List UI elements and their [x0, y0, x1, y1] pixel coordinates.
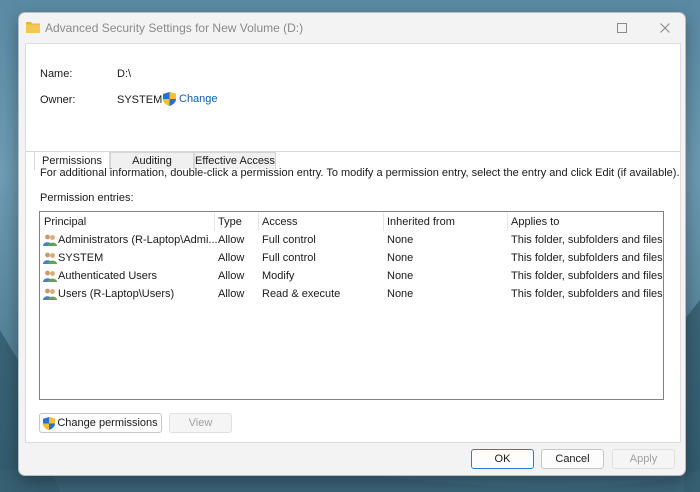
column-header-principal[interactable]: Principal — [44, 216, 86, 228]
access-cell: Read & execute — [262, 288, 341, 300]
principal-cell: Administrators (R-Laptop\Admi... — [58, 234, 218, 246]
principal-cell: SYSTEM — [58, 252, 104, 264]
view-button[interactable]: View — [169, 413, 232, 433]
owner-label: Owner: — [40, 94, 76, 106]
window-title: Advanced Security Settings for New Volum… — [45, 21, 304, 35]
apply-button[interactable]: Apply — [612, 449, 675, 469]
column-divider — [258, 213, 259, 231]
column-header-inherited-from[interactable]: Inherited from — [387, 216, 455, 228]
cancel-label: Cancel — [555, 453, 590, 465]
principal-cell: Users (R-Laptop\Users) — [58, 288, 175, 300]
type-cell: Allow — [218, 252, 245, 264]
applies-cell: This folder, subfolders and files — [511, 288, 663, 300]
maximize-button[interactable] — [609, 18, 635, 38]
security-settings-window: Advanced Security Settings for New Volum… — [18, 12, 686, 476]
table-row[interactable]: Users (R-Laptop\Users) Allow Read & exec… — [40, 286, 663, 304]
column-divider — [507, 213, 508, 231]
view-label: View — [188, 417, 213, 429]
change-owner-link[interactable]: Change — [163, 92, 218, 106]
entries-label: Permission entries: — [40, 192, 134, 204]
apply-label: Apply — [629, 453, 658, 465]
inherited-cell: None — [387, 252, 414, 264]
close-button[interactable] — [652, 18, 678, 38]
inherited-cell: None — [387, 288, 414, 300]
close-icon — [660, 23, 670, 33]
access-cell: Modify — [262, 270, 295, 282]
ok-label: OK — [494, 453, 511, 465]
column-divider — [214, 213, 215, 231]
cancel-button[interactable]: Cancel — [541, 449, 604, 469]
principal-cell: Authenticated Users — [58, 270, 158, 282]
content-area: Name: D:\ Owner: SYSTEM Change Permissio… — [25, 43, 681, 443]
column-header-access[interactable]: Access — [262, 216, 297, 228]
folder-icon — [26, 22, 40, 33]
title-bar[interactable]: Advanced Security Settings for New Volum… — [19, 13, 685, 43]
column-divider — [383, 213, 384, 231]
owner-value: SYSTEM — [117, 94, 163, 106]
shield-icon — [43, 416, 56, 430]
change-permissions-label: Change permissions — [57, 417, 158, 429]
permission-entries-list[interactable]: Principal Type Access Inherited from App… — [39, 211, 664, 400]
users-icon — [43, 270, 57, 282]
table-row[interactable]: Authenticated Users Allow Modify None Th… — [40, 268, 663, 286]
access-cell: Full control — [262, 252, 316, 264]
change-link-label: Change — [179, 93, 218, 105]
applies-cell: This folder, subfolders and files — [511, 270, 663, 282]
users-icon — [43, 288, 57, 300]
tab-panel-divider — [26, 151, 680, 152]
inherited-cell: None — [387, 270, 414, 282]
users-icon — [43, 252, 57, 264]
name-value: D:\ — [117, 68, 132, 80]
instructions-text: For additional information, double-click… — [40, 167, 680, 179]
ok-button[interactable]: OK — [471, 449, 534, 469]
table-row[interactable]: SYSTEM Allow Full control None This fold… — [40, 250, 663, 268]
type-cell: Allow — [218, 288, 245, 300]
name-label: Name: — [40, 68, 73, 80]
users-icon — [43, 234, 57, 246]
shield-icon — [163, 92, 176, 106]
maximize-icon — [617, 23, 627, 33]
inherited-cell: None — [387, 234, 414, 246]
tab-label: Permissions — [42, 155, 102, 167]
type-cell: Allow — [218, 234, 245, 246]
tab-label: Effective Access — [195, 155, 275, 167]
table-row[interactable]: Administrators (R-Laptop\Admi... Allow F… — [40, 232, 663, 250]
applies-cell: This folder, subfolders and files — [511, 234, 663, 246]
column-header-type[interactable]: Type — [218, 216, 242, 228]
type-cell: Allow — [218, 270, 245, 282]
change-permissions-button[interactable]: Change permissions — [39, 413, 162, 433]
tab-label: Auditing — [132, 155, 172, 167]
applies-cell: This folder, subfolders and files — [511, 252, 663, 264]
access-cell: Full control — [262, 234, 316, 246]
column-header-applies-to[interactable]: Applies to — [511, 216, 559, 228]
